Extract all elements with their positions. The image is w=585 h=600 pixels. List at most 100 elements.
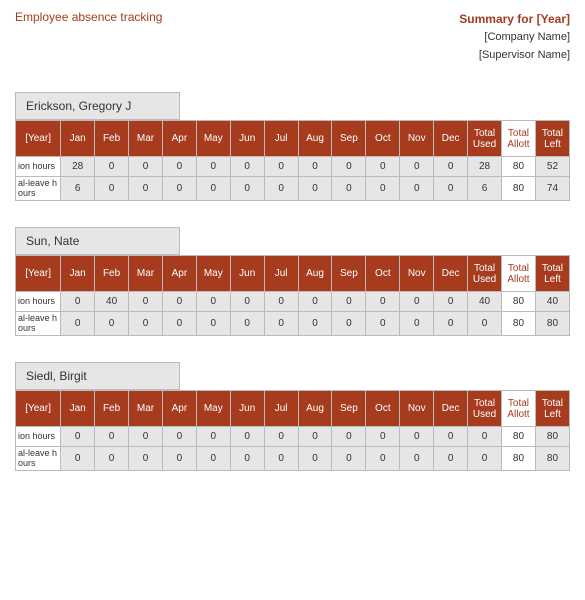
month-cell: 0 [95, 312, 129, 336]
total-left-cell: 80 [535, 447, 569, 471]
total-used-cell: 0 [468, 312, 502, 336]
month-cell: 0 [298, 292, 332, 312]
month-cell: 0 [196, 177, 230, 201]
col-month-header: Jul [264, 121, 298, 157]
page-header: Employee absence tracking Summary for [Y… [15, 10, 570, 64]
month-cell: 0 [332, 447, 366, 471]
row-label: al-leave hours [16, 447, 61, 471]
total-allott-cell: 80 [502, 157, 536, 177]
month-cell: 0 [366, 292, 400, 312]
month-cell: 28 [61, 157, 95, 177]
absence-table: [Year]JanFebMarAprMayJunJulAugSepOctNovD… [15, 120, 570, 201]
total-left-cell: 74 [535, 177, 569, 201]
col-month-header: Jul [264, 391, 298, 427]
month-cell: 0 [434, 447, 468, 471]
month-cell: 0 [129, 157, 163, 177]
supervisor-name: [Supervisor Name] [459, 47, 570, 65]
month-cell: 0 [61, 447, 95, 471]
month-cell: 0 [298, 177, 332, 201]
month-cell: 0 [400, 292, 434, 312]
row-vacation: ion hours0400000000000408040 [16, 292, 570, 312]
col-total-left-header: Total Left [535, 121, 569, 157]
col-total-left-header: Total Left [535, 391, 569, 427]
month-cell: 0 [400, 447, 434, 471]
employee-block: Siedl, Birgit[Year]JanFebMarAprMayJunJul… [15, 362, 570, 471]
col-month-header: Jan [61, 121, 95, 157]
col-month-header: Jun [230, 391, 264, 427]
absence-table: [Year]JanFebMarAprMayJunJulAugSepOctNovD… [15, 255, 570, 336]
col-month-header: Oct [366, 121, 400, 157]
page-title: Employee absence tracking [15, 10, 162, 64]
month-cell: 0 [298, 427, 332, 447]
month-cell: 0 [196, 292, 230, 312]
col-month-header: May [196, 256, 230, 292]
total-allott-cell: 80 [502, 292, 536, 312]
month-cell: 0 [95, 157, 129, 177]
col-month-header: Oct [366, 391, 400, 427]
total-used-cell: 28 [468, 157, 502, 177]
month-cell: 0 [129, 447, 163, 471]
month-cell: 0 [366, 177, 400, 201]
month-cell: 0 [366, 157, 400, 177]
month-cell: 0 [298, 312, 332, 336]
month-cell: 0 [196, 157, 230, 177]
col-year-header: [Year] [16, 256, 61, 292]
col-month-header: Jun [230, 121, 264, 157]
total-allott-cell: 80 [502, 177, 536, 201]
col-total-allott-header: Total Allott [502, 256, 536, 292]
col-month-header: Nov [400, 256, 434, 292]
month-cell: 0 [95, 427, 129, 447]
month-cell: 0 [95, 177, 129, 201]
month-cell: 0 [400, 427, 434, 447]
month-cell: 0 [196, 312, 230, 336]
month-cell: 0 [298, 157, 332, 177]
col-total-allott-header: Total Allott [502, 391, 536, 427]
col-month-header: Apr [162, 121, 196, 157]
row-label: ion hours [16, 427, 61, 447]
month-cell: 0 [332, 427, 366, 447]
total-left-cell: 40 [535, 292, 569, 312]
month-cell: 0 [366, 427, 400, 447]
row-vacation: ion hours2800000000000288052 [16, 157, 570, 177]
month-cell: 0 [230, 447, 264, 471]
col-month-header: Dec [434, 391, 468, 427]
month-cell: 0 [264, 177, 298, 201]
month-cell: 0 [298, 447, 332, 471]
col-month-header: Oct [366, 256, 400, 292]
month-cell: 0 [196, 447, 230, 471]
month-cell: 0 [95, 447, 129, 471]
month-cell: 0 [162, 157, 196, 177]
summary-label: Summary for [Year] [459, 10, 570, 29]
month-cell: 0 [332, 312, 366, 336]
month-cell: 0 [434, 312, 468, 336]
row-vacation: ion hours00000000000008080 [16, 427, 570, 447]
col-total-used-header: Total Used [468, 391, 502, 427]
month-cell: 0 [332, 292, 366, 312]
total-left-cell: 80 [535, 427, 569, 447]
month-cell: 0 [230, 427, 264, 447]
row-leave: al-leave hours60000000000068074 [16, 177, 570, 201]
row-leave: al-leave hours00000000000008080 [16, 312, 570, 336]
month-cell: 0 [264, 447, 298, 471]
col-year-header: [Year] [16, 391, 61, 427]
total-used-cell: 0 [468, 447, 502, 471]
col-month-header: Nov [400, 121, 434, 157]
row-leave: al-leave hours00000000000008080 [16, 447, 570, 471]
month-cell: 0 [264, 427, 298, 447]
col-month-header: Apr [162, 391, 196, 427]
total-left-cell: 52 [535, 157, 569, 177]
col-year-header: [Year] [16, 121, 61, 157]
month-cell: 0 [332, 157, 366, 177]
total-used-cell: 0 [468, 427, 502, 447]
total-used-cell: 40 [468, 292, 502, 312]
col-total-left-header: Total Left [535, 256, 569, 292]
col-month-header: Jul [264, 256, 298, 292]
total-allott-cell: 80 [502, 447, 536, 471]
total-allott-cell: 80 [502, 427, 536, 447]
month-cell: 0 [434, 427, 468, 447]
col-total-allott-header: Total Allott [502, 121, 536, 157]
col-total-used-header: Total Used [468, 121, 502, 157]
absence-table: [Year]JanFebMarAprMayJunJulAugSepOctNovD… [15, 390, 570, 471]
col-month-header: Feb [95, 121, 129, 157]
month-cell: 0 [332, 177, 366, 201]
